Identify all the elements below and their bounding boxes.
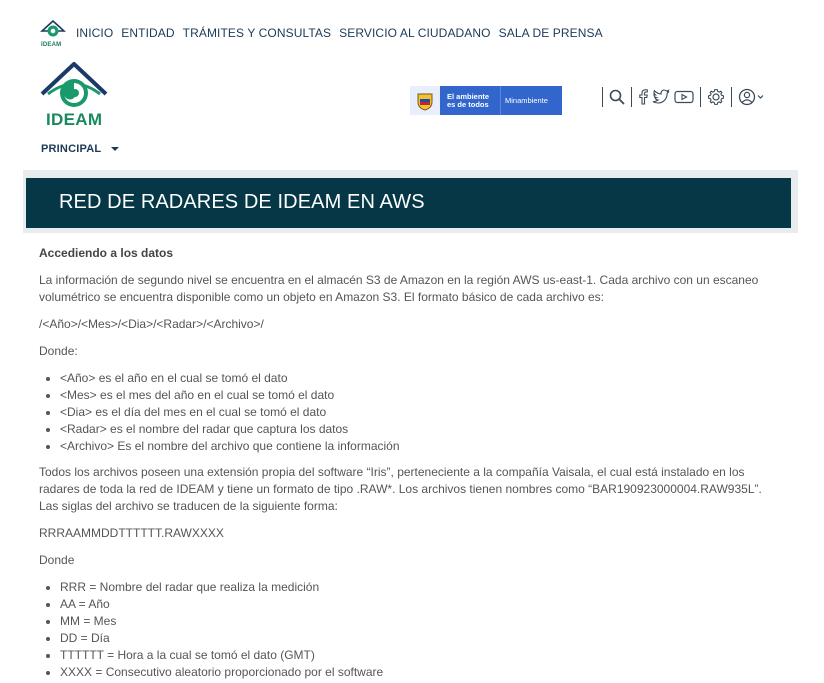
- nav-link-inicio[interactable]: INICIO: [76, 26, 113, 40]
- logo-text: IDEAM: [46, 110, 103, 129]
- list-item: <Radar> es el nombre del radar que captu…: [60, 421, 779, 438]
- youtube-icon[interactable]: [674, 89, 694, 105]
- title-banner-frame: RED DE RADARES DE IDEAM EN AWS: [23, 170, 798, 233]
- title-banner: RED DE RADARES DE IDEAM EN AWS: [26, 178, 791, 228]
- top-navigation: IDEAM INICIO ENTIDAD TRÁMITES Y CONSULTA…: [40, 20, 611, 48]
- gov-slogan: El ambiente es de todos: [440, 86, 500, 115]
- gov-banner[interactable]: El ambiente es de todos Minambiente: [410, 86, 562, 115]
- gov-slogan-line2: es de todos: [447, 100, 489, 109]
- nav-link-servicio[interactable]: SERVICIO AL CIUDADANO: [339, 26, 490, 40]
- name-parts-list: RRR = Nombre del radar que realiza la me…: [60, 579, 779, 681]
- list-item: <Año> es el año en el cual se tomó el da…: [60, 370, 779, 387]
- nav-link-tramites[interactable]: TRÁMITES Y CONSULTAS: [183, 26, 331, 40]
- list-item: <Mes> es el mes del año en el cual se to…: [60, 387, 779, 404]
- divider: [700, 87, 701, 107]
- gear-icon[interactable]: [707, 88, 725, 106]
- list-item: XXXX = Consecutivo aleatorio proporciona…: [60, 664, 779, 681]
- section-heading: Accediendo a los datos: [39, 246, 174, 260]
- twitter-icon[interactable]: [652, 89, 670, 105]
- donde-label: Donde: [39, 553, 75, 567]
- path-format: /<Año>/<Mes>/<Dia>/<Radar>/<Archivo>/: [39, 317, 264, 331]
- page-title: RED DE RADARES DE IDEAM EN AWS: [59, 191, 425, 213]
- mini-logo-text: IDEAM: [41, 42, 62, 48]
- user-icon[interactable]: [738, 88, 766, 106]
- list-item: RRR = Nombre del radar que realiza la me…: [60, 579, 779, 596]
- format-paragraph: Todos los archivos poseen una extensión …: [39, 465, 762, 513]
- principal-menu-label: PRINCIPAL: [41, 143, 102, 155]
- list-item: <Dia> es el día del mes en el cual se to…: [60, 404, 779, 421]
- divider: [731, 87, 732, 107]
- ideam-logo[interactable]: IDEAM: [38, 60, 110, 130]
- intro-paragraph: La información de segundo nivel se encue…: [39, 273, 759, 304]
- colombia-seal-icon: [410, 86, 440, 115]
- caret-down-icon: [111, 147, 120, 151]
- principal-menu[interactable]: PRINCIPAL: [41, 143, 120, 155]
- name-format: RRRAAMMDDTTTTTT.RAWXXXX: [39, 526, 224, 540]
- header-tools: [596, 85, 766, 109]
- nav-link-entidad[interactable]: ENTIDAD: [121, 26, 174, 40]
- main-content: Accediendo a los datos La información de…: [39, 245, 779, 683]
- list-item: AA = Año: [60, 596, 779, 613]
- nav-link-prensa[interactable]: SALA DE PRENSA: [499, 26, 603, 40]
- gov-ministry: Minambiente: [500, 86, 562, 115]
- donde-label: Donde:: [39, 344, 78, 358]
- list-item: DD = Día: [60, 630, 779, 647]
- facebook-icon[interactable]: [638, 89, 648, 105]
- divider: [602, 87, 603, 107]
- divider: [631, 87, 632, 107]
- ideam-mini-logo[interactable]: IDEAM: [40, 20, 68, 48]
- list-item: MM = Mes: [60, 613, 779, 630]
- list-item: <Archivo> Es el nombre del archivo que c…: [60, 438, 779, 455]
- search-icon[interactable]: [609, 89, 625, 105]
- path-parts-list: <Año> es el año en el cual se tomó el da…: [60, 370, 779, 455]
- list-item: TTTTTT = Hora a la cual se tomó el dato …: [60, 647, 779, 664]
